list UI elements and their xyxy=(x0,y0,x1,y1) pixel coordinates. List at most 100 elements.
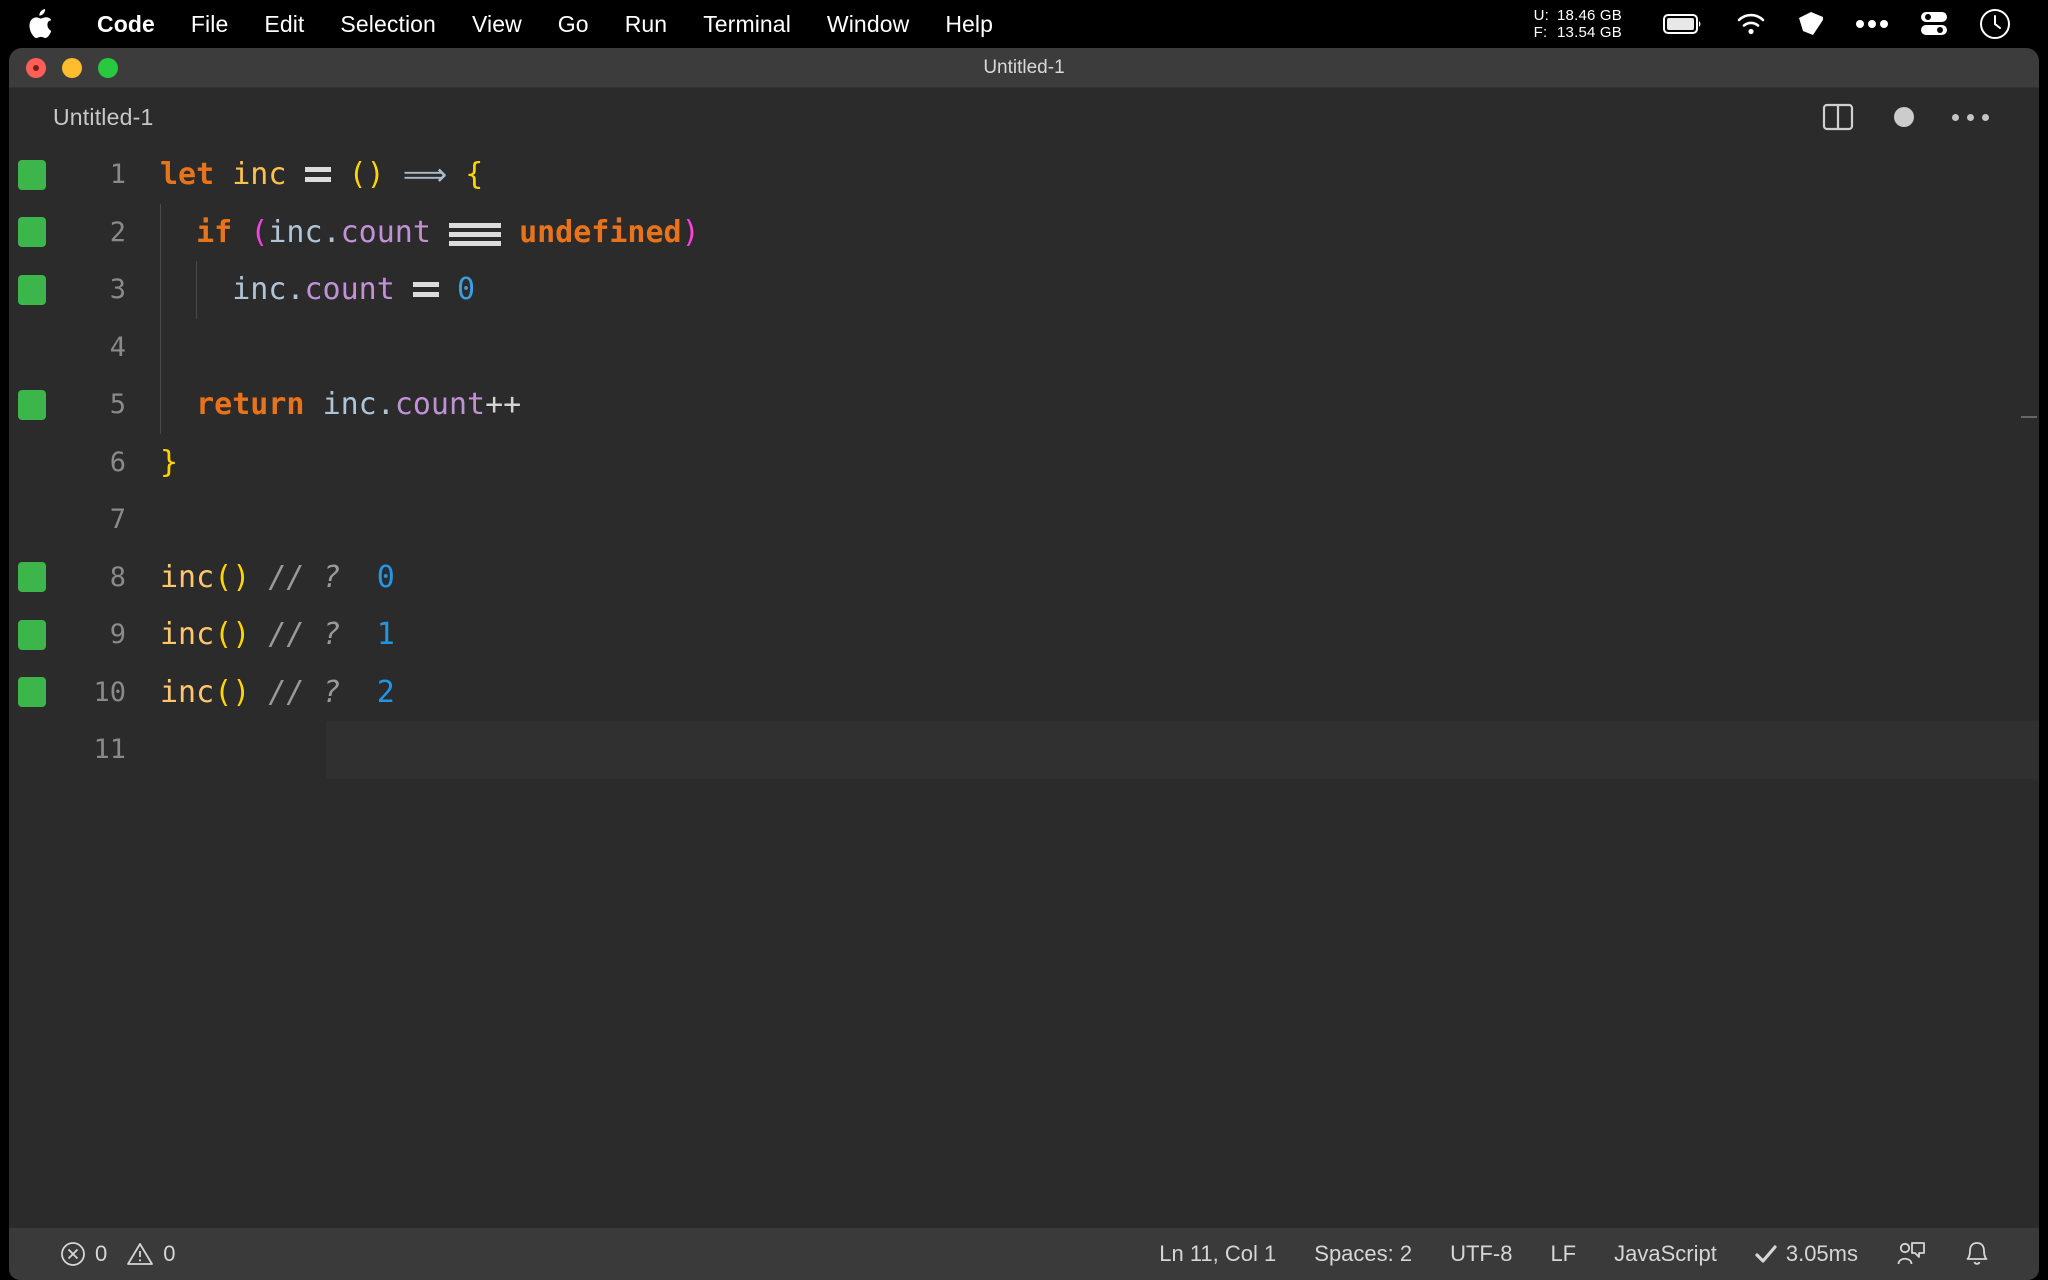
coverage-indicator xyxy=(18,275,46,305)
code-content[interactable] xyxy=(138,491,2039,549)
code-content[interactable]: let inc () ⟹ { xyxy=(138,146,2039,204)
line-ending-setting[interactable]: LF xyxy=(1531,1241,1595,1267)
memory-used-value: 18.46 GB xyxy=(1557,7,1622,24)
menu-item-file[interactable]: File xyxy=(173,0,246,48)
menu-item-window[interactable]: Window xyxy=(809,0,927,48)
code-line-10[interactable]: 10 inc() // ? 2 xyxy=(9,664,2039,722)
error-count: 0 xyxy=(95,1241,107,1267)
code-content-active[interactable] xyxy=(138,721,2039,779)
apple-logo-icon[interactable] xyxy=(28,9,53,39)
code-content[interactable]: inc() // ? 0 xyxy=(138,549,2039,607)
code-content[interactable]: if (inc.count undefined) xyxy=(138,204,2039,262)
token-return: return xyxy=(196,387,304,422)
coverage-indicator xyxy=(18,735,46,765)
token-arrow-ligature: ⟹ xyxy=(403,157,447,193)
token-inc-call: inc xyxy=(160,675,214,710)
code-line-9[interactable]: 9 inc() // ? 1 xyxy=(9,606,2039,664)
indentation-setting[interactable]: Spaces: 2 xyxy=(1295,1241,1431,1267)
token-assign xyxy=(305,166,331,184)
coverage-indicator xyxy=(18,332,46,362)
menu-item-code[interactable]: Code xyxy=(79,0,173,48)
code-content[interactable]: inc() // ? 2 xyxy=(138,664,2039,722)
menu-item-terminal[interactable]: Terminal xyxy=(685,0,809,48)
code-content[interactable]: return inc.count++ xyxy=(138,376,2039,434)
line-number: 11 xyxy=(46,734,138,765)
token-dot: . xyxy=(323,215,341,250)
menu-item-go[interactable]: Go xyxy=(540,0,607,48)
coverage-indicator xyxy=(18,390,46,420)
warning-triangle-icon xyxy=(126,1241,154,1267)
token-inc-obj: inc xyxy=(232,272,286,307)
token-strict-equals xyxy=(449,217,501,247)
code-line-4[interactable]: 4 xyxy=(9,319,2039,377)
cube-icon[interactable] xyxy=(1797,11,1825,37)
cursor-position[interactable]: Ln 11, Col 1 xyxy=(1140,1241,1295,1267)
inline-result-value: 0 xyxy=(377,560,395,595)
line-number: 3 xyxy=(46,274,138,305)
checkmark-icon xyxy=(1755,1244,1777,1264)
memory-free-label: F: xyxy=(1534,24,1549,41)
battery-icon[interactable] xyxy=(1663,13,1705,35)
memory-indicator[interactable]: U: F: 18.46 GB 13.54 GB xyxy=(1534,7,1622,41)
menu-item-run[interactable]: Run xyxy=(607,0,686,48)
code-content[interactable]: inc.count 0 xyxy=(138,261,2039,319)
token-if: if xyxy=(196,215,232,250)
menu-item-help[interactable]: Help xyxy=(927,0,1011,48)
code-line-3[interactable]: 3 inc.count 0 xyxy=(9,261,2039,319)
code-line-1[interactable]: 1 let inc () ⟹ { xyxy=(9,146,2039,204)
bell-icon[interactable] xyxy=(1945,1240,2009,1268)
control-center-icon[interactable] xyxy=(1919,11,1949,37)
macos-menu-bar: Code File Edit Selection View Go Run Ter… xyxy=(0,0,2048,48)
token-count: count xyxy=(341,215,431,250)
more-actions-icon[interactable] xyxy=(1937,93,2003,141)
code-line-5[interactable]: 5 return inc.count++ xyxy=(9,376,2039,434)
menu-item-view[interactable]: View xyxy=(454,0,540,48)
line-number: 6 xyxy=(46,447,138,478)
scroll-marker xyxy=(2021,416,2037,418)
language-mode[interactable]: JavaScript xyxy=(1595,1241,1736,1267)
unsaved-dot-icon[interactable] xyxy=(1871,93,1937,141)
code-line-2[interactable]: 2 if (inc.count undefined) xyxy=(9,204,2039,262)
indent-guide xyxy=(160,319,161,377)
code-line-7[interactable]: 7 xyxy=(9,491,2039,549)
tab-untitled-1[interactable]: Untitled-1 xyxy=(53,104,153,131)
menu-item-selection[interactable]: Selection xyxy=(322,0,454,48)
ellipsis-icon[interactable] xyxy=(1855,19,1889,29)
wifi-icon[interactable] xyxy=(1735,12,1767,36)
vscode-window: Untitled-1 Untitled-1 1 let inc () ⟹ { xyxy=(9,48,2039,1280)
clock-icon[interactable] xyxy=(1979,8,2011,40)
code-content[interactable]: } xyxy=(138,434,2039,492)
code-line-8[interactable]: 8 inc() // ? 0 xyxy=(9,549,2039,607)
token-count: count xyxy=(305,272,395,307)
token-inc-call: inc xyxy=(160,560,214,595)
line-number: 4 xyxy=(46,332,138,363)
coverage-indicator xyxy=(18,562,46,592)
token-zero: 0 xyxy=(457,272,475,307)
run-time-indicator[interactable]: 3.05ms xyxy=(1736,1241,1877,1267)
token-comment: // ? xyxy=(268,560,340,595)
token-undefined: undefined xyxy=(519,215,682,250)
live-share-icon[interactable] xyxy=(1877,1240,1945,1268)
code-line-6[interactable]: 6 } xyxy=(9,434,2039,492)
maximize-button[interactable] xyxy=(98,58,118,78)
token-comment: // ? xyxy=(268,617,340,652)
menu-item-edit[interactable]: Edit xyxy=(246,0,322,48)
code-content[interactable] xyxy=(138,319,2039,377)
token-dot: . xyxy=(286,272,304,307)
inline-result-value: 2 xyxy=(377,675,395,710)
code-content[interactable]: inc() // ? 1 xyxy=(138,606,2039,664)
close-button[interactable] xyxy=(26,58,46,78)
coverage-indicator xyxy=(18,160,46,190)
window-controls xyxy=(26,58,118,78)
token-call-parens: () xyxy=(214,560,250,595)
line-number: 8 xyxy=(46,562,138,593)
minimize-button[interactable] xyxy=(62,58,82,78)
window-title: Untitled-1 xyxy=(9,57,2039,79)
problems-indicator[interactable]: 0 0 xyxy=(41,1241,195,1267)
split-editor-icon[interactable] xyxy=(1805,93,1871,141)
window-title-bar: Untitled-1 xyxy=(9,48,2039,88)
code-line-11[interactable]: 11 xyxy=(9,721,2039,779)
code-editor[interactable]: 1 let inc () ⟹ { 2 if (inc.count undefin… xyxy=(9,146,2039,1228)
coverage-indicator xyxy=(18,505,46,535)
encoding-setting[interactable]: UTF-8 xyxy=(1431,1241,1531,1267)
